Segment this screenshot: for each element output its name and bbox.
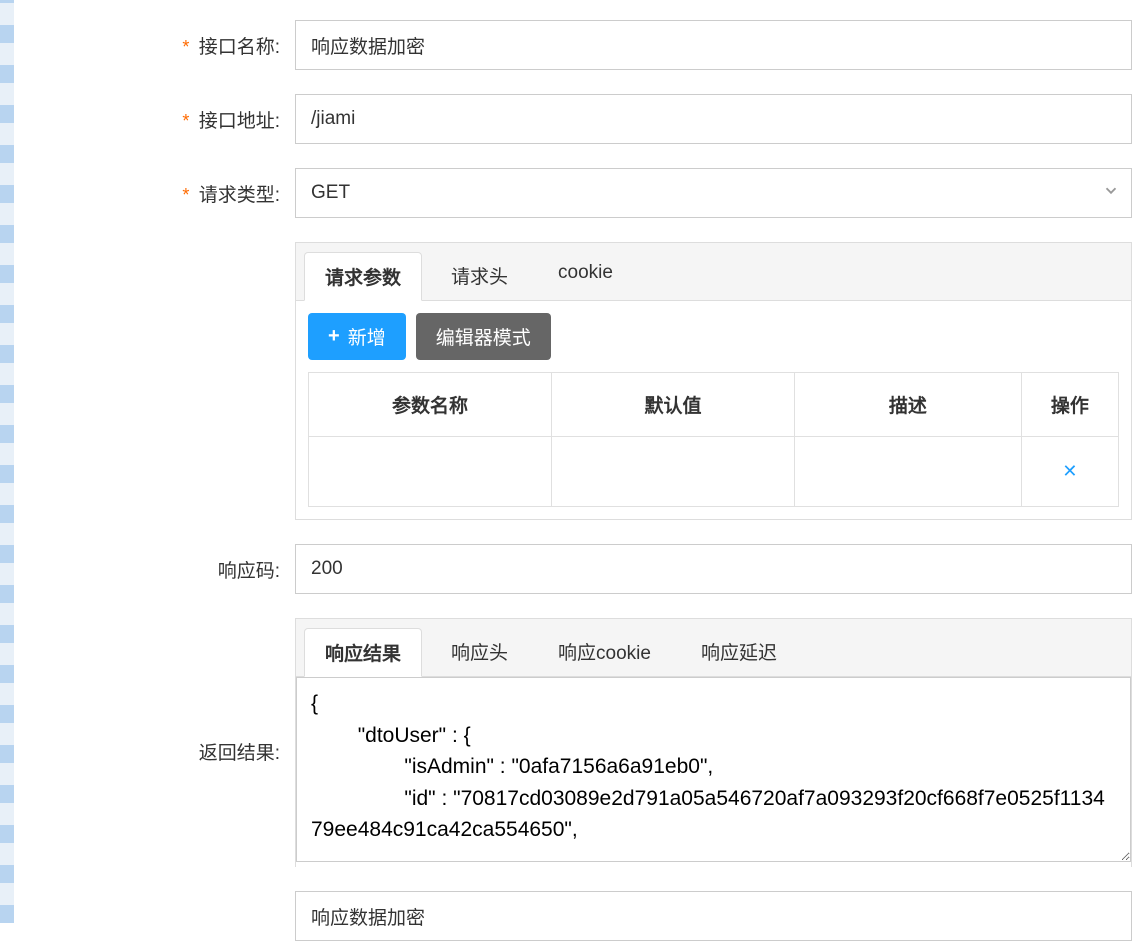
table-row: ✕ (309, 437, 1119, 507)
col-desc: 描述 (795, 373, 1022, 437)
return-result-textarea[interactable] (296, 677, 1131, 862)
required-marker: * (182, 37, 189, 57)
required-marker: * (182, 111, 189, 131)
label-interface-url: * 接口地址: (15, 94, 295, 133)
request-tabs-panel: 请求参数 请求头 cookie + 新增 编辑器模式 (295, 242, 1132, 520)
label-return-result: 返回结果: (15, 618, 295, 765)
label-interface-name: * 接口名称: (15, 20, 295, 59)
tab-response-cookie[interactable]: 响应cookie (537, 627, 672, 676)
add-button-label: 新增 (348, 323, 386, 350)
response-tabs-panel: 响应结果 响应头 响应cookie 响应延迟 (295, 618, 1132, 867)
plus-icon: + (328, 325, 340, 348)
label-request-type: * 请求类型: (15, 168, 295, 207)
tab-request-headers[interactable]: 请求头 (430, 251, 529, 300)
editor-mode-button[interactable]: 编辑器模式 (416, 313, 551, 360)
cell-desc[interactable] (795, 437, 1022, 507)
tab-request-cookie[interactable]: cookie (537, 251, 634, 300)
col-default: 默认值 (552, 373, 795, 437)
tab-request-params[interactable]: 请求参数 (304, 252, 422, 301)
required-marker: * (182, 185, 189, 205)
close-icon[interactable]: ✕ (1062, 461, 1077, 481)
left-edge-decoration (0, 0, 14, 923)
label-bottom-blank (15, 891, 295, 903)
response-code-input[interactable] (295, 544, 1132, 594)
tab-response-result[interactable]: 响应结果 (304, 628, 422, 677)
bottom-description-input[interactable] (295, 891, 1132, 941)
label-request-params-blank (15, 242, 295, 254)
tab-response-headers[interactable]: 响应头 (430, 627, 529, 676)
col-action: 操作 (1021, 373, 1118, 437)
col-param-name: 参数名称 (309, 373, 552, 437)
interface-url-input[interactable] (295, 94, 1132, 144)
tab-response-delay[interactable]: 响应延迟 (680, 627, 798, 676)
cell-param-name[interactable] (309, 437, 552, 507)
cell-default[interactable] (552, 437, 795, 507)
label-response-code: 响应码: (15, 544, 295, 583)
request-type-select[interactable] (295, 168, 1132, 218)
add-button[interactable]: + 新增 (308, 313, 406, 360)
interface-name-input[interactable] (295, 20, 1132, 70)
params-table: 参数名称 默认值 描述 操作 ✕ (308, 372, 1119, 507)
